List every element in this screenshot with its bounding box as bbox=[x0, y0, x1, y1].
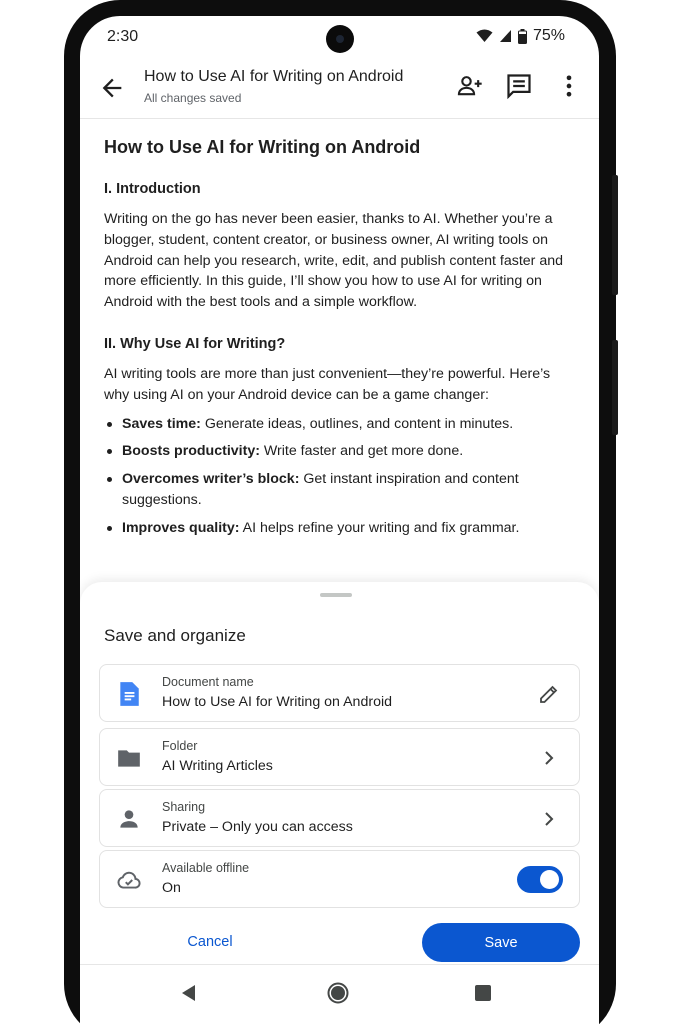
list-item-text: Generate ideas, outlines, and content in… bbox=[200, 415, 514, 432]
chevron-right-icon bbox=[545, 812, 554, 826]
list-item-text: Write faster and get more done. bbox=[259, 443, 464, 460]
folder-label: Folder bbox=[162, 739, 198, 753]
sharing-row[interactable]: Sharing Private – Only you can access bbox=[99, 789, 580, 847]
drag-handle[interactable] bbox=[320, 593, 352, 597]
folder-icon bbox=[118, 750, 140, 767]
section-paragraph: Writing on the go has never been easier,… bbox=[104, 211, 564, 311]
benefits-list: Saves time: Generate ideas, outlines, an… bbox=[104, 414, 574, 539]
person-icon bbox=[120, 810, 138, 828]
document-name-label: Document name bbox=[162, 675, 254, 689]
docs-icon bbox=[120, 682, 139, 706]
sharing-label: Sharing bbox=[162, 800, 206, 814]
list-item: Boosts productivity: Write faster and ge… bbox=[104, 441, 574, 462]
nav-recents-icon[interactable] bbox=[471, 981, 495, 1005]
system-nav-bar bbox=[80, 964, 599, 1024]
list-item-bold: Improves quality: bbox=[122, 519, 240, 536]
document-body[interactable]: How to Use AI for Writing on Android I. … bbox=[104, 134, 574, 546]
volume-button bbox=[612, 175, 618, 295]
battery-percent: 75% bbox=[532, 27, 565, 44]
section-heading: I. Introduction bbox=[104, 181, 201, 197]
wifi-icon bbox=[476, 29, 493, 42]
offline-row: Available offline On bbox=[99, 850, 580, 908]
front-camera bbox=[326, 25, 354, 53]
more-vert-icon[interactable] bbox=[555, 72, 583, 100]
edit-pencil-icon[interactable] bbox=[537, 682, 561, 706]
add-person-icon[interactable] bbox=[456, 72, 484, 100]
nav-back-icon[interactable] bbox=[177, 981, 201, 1005]
list-item-text: AI helps refine your writing and fix gra… bbox=[239, 519, 520, 536]
cancel-button[interactable]: Cancel bbox=[180, 923, 240, 961]
app-bar: How to Use AI for Writing on Android All… bbox=[80, 60, 599, 118]
sharing-value: Private – Only you can access bbox=[162, 819, 353, 835]
document-title: How to Use AI for Writing on Android bbox=[104, 137, 421, 157]
offline-label: Available offline bbox=[162, 861, 250, 875]
save-bottom-sheet: Save and organize Document name How to U… bbox=[80, 582, 599, 1024]
list-item-bold: Boosts productivity: bbox=[122, 443, 260, 460]
back-arrow-icon[interactable] bbox=[98, 74, 126, 102]
document-name-row[interactable]: Document name How to Use AI for Writing … bbox=[99, 664, 580, 722]
status-time: 2:30 bbox=[107, 28, 139, 45]
power-button bbox=[612, 340, 618, 435]
offline-toggle[interactable] bbox=[517, 866, 563, 893]
save-status: All changes saved bbox=[144, 91, 242, 105]
comment-icon[interactable] bbox=[505, 72, 533, 100]
cloud-check-icon bbox=[117, 871, 141, 889]
signal-icon bbox=[499, 30, 511, 42]
status-bar: 2:30 75% bbox=[80, 16, 599, 60]
nav-home-icon[interactable] bbox=[326, 981, 350, 1005]
save-button[interactable]: Save bbox=[422, 923, 580, 962]
offline-value: On bbox=[162, 880, 181, 896]
list-item-bold: Overcomes writer’s block: bbox=[122, 471, 300, 488]
list-item: Improves quality: AI helps refine your w… bbox=[104, 518, 574, 539]
section-paragraph: AI writing tools are more than just conv… bbox=[104, 365, 551, 403]
sheet-title: Save and organize bbox=[104, 626, 246, 645]
battery-icon bbox=[517, 28, 527, 44]
list-item: Overcomes writer’s block: Get instant in… bbox=[104, 469, 574, 511]
list-item-bold: Saves time: bbox=[122, 415, 201, 432]
section-heading: II. Why Use AI for Writing? bbox=[104, 335, 286, 352]
status-icons: 75% bbox=[476, 27, 565, 45]
folder-value: AI Writing Articles bbox=[162, 758, 273, 774]
toggle-knob bbox=[540, 870, 559, 889]
chevron-right-icon bbox=[545, 751, 554, 765]
app-bar-divider bbox=[80, 118, 599, 119]
app-bar-title: How to Use AI for Writing on Android bbox=[144, 68, 404, 85]
phone-screen: 2:30 75% How to Use AI for Writing on An… bbox=[80, 16, 599, 1024]
folder-row[interactable]: Folder AI Writing Articles bbox=[99, 728, 580, 786]
document-name-value: How to Use AI for Writing on Android bbox=[162, 694, 392, 710]
list-item: Saves time: Generate ideas, outlines, an… bbox=[104, 414, 574, 435]
